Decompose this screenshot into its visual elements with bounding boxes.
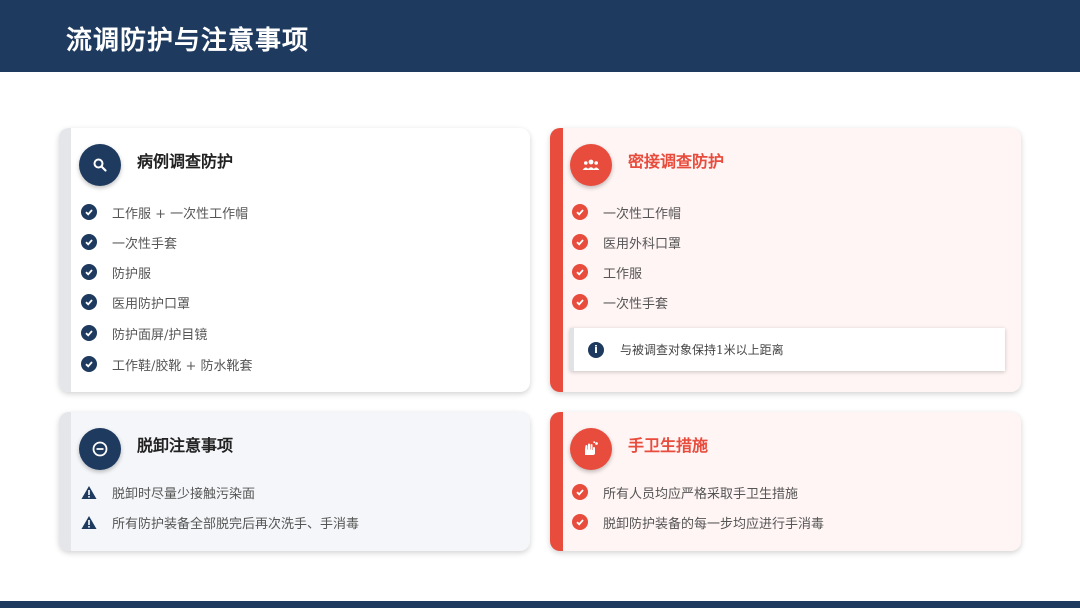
page-title: 流调防护与注意事项 — [66, 26, 310, 56]
distance-note: i 与被调查对象保持1米以上距离 — [570, 328, 1005, 371]
list-item-label: 一次性工作帽 — [603, 206, 682, 222]
list-item: 工作服 + 一次性工作帽 — [81, 202, 248, 222]
list-item: 医用防护口罩 — [81, 292, 190, 312]
check-circle-icon — [572, 234, 588, 250]
card-accent-bar — [59, 128, 71, 392]
list-item: 工作服 — [572, 262, 642, 282]
note-text: 与被调查对象保持1米以上距离 — [620, 343, 784, 357]
list-item-label: 工作服 + 一次性工作帽 — [112, 206, 249, 222]
list-item-label: 防护面屏/护目镜 — [112, 327, 208, 343]
check-circle-icon — [81, 264, 97, 280]
check-circle-icon — [81, 234, 97, 250]
card-accent-bar — [550, 128, 563, 392]
list-item: 所有人员均应严格采取手卫生措施 — [572, 482, 798, 502]
list-item-label: 一次性手套 — [603, 296, 669, 312]
list-item: 一次性工作帽 — [572, 202, 681, 222]
card-title: 病例调查防护 — [137, 152, 234, 171]
minus-circle-icon — [79, 428, 121, 470]
list-item-label: 防护服 — [112, 266, 152, 282]
people-icon — [570, 144, 612, 186]
case-protection-card: 病例调查防护 工作服 + 一次性工作帽 一次性手套 防护服 医用防护口罩 防护面… — [59, 128, 530, 392]
check-circle-icon — [572, 294, 588, 310]
list-item: 一次性手套 — [81, 232, 177, 252]
list-item: 脱卸防护装备的每一步均应进行手消毒 — [572, 512, 824, 532]
card-accent-bar — [550, 412, 563, 551]
check-circle-icon — [81, 204, 97, 220]
doffing-card: 脱卸注意事项 脱卸时尽量少接触污染面 所有防护装备全部脱完后再次洗手、手消毒 — [59, 412, 530, 551]
list-item: 防护服 — [81, 262, 151, 282]
list-item-label: 工作服 — [603, 266, 643, 282]
search-icon — [79, 144, 121, 186]
list-item-label: 一次性手套 — [112, 236, 178, 252]
check-circle-icon — [81, 294, 97, 310]
check-circle-icon — [81, 325, 97, 341]
list-item: 医用外科口罩 — [572, 232, 681, 252]
card-title: 密接调查防护 — [628, 152, 725, 171]
warning-icon — [81, 514, 97, 530]
header-bar: 流调防护与注意事项 — [0, 0, 1080, 72]
list-item-label: 所有人员均应严格采取手卫生措施 — [603, 486, 799, 502]
check-circle-icon — [572, 204, 588, 220]
card-title: 脱卸注意事项 — [137, 436, 234, 455]
card-accent-bar — [59, 412, 71, 551]
footer-bar — [0, 601, 1080, 608]
hand-wash-icon — [570, 428, 612, 470]
list-item-label: 脱卸时尽量少接触污染面 — [112, 486, 256, 502]
info-icon: i — [588, 341, 604, 358]
check-circle-icon — [81, 356, 97, 372]
hand-hygiene-card: 手卫生措施 所有人员均应严格采取手卫生措施 脱卸防护装备的每一步均应进行手消毒 — [550, 412, 1021, 551]
check-circle-icon — [572, 484, 588, 500]
warning-icon — [81, 484, 97, 500]
check-circle-icon — [572, 264, 588, 280]
list-item: 防护面屏/护目镜 — [81, 323, 207, 343]
check-circle-icon — [572, 514, 588, 530]
list-item-label: 脱卸防护装备的每一步均应进行手消毒 — [603, 516, 825, 532]
list-item-label: 工作鞋/胶靴 + 防水靴套 — [112, 358, 253, 374]
list-item-label: 医用外科口罩 — [603, 236, 682, 252]
list-item: 所有防护装备全部脱完后再次洗手、手消毒 — [81, 512, 359, 532]
card-title: 手卫生措施 — [628, 436, 709, 455]
list-item-label: 所有防护装备全部脱完后再次洗手、手消毒 — [112, 516, 360, 532]
list-item: 一次性手套 — [572, 292, 668, 312]
list-item-label: 医用防护口罩 — [112, 296, 191, 312]
contact-protection-card: 密接调查防护 一次性工作帽 医用外科口罩 工作服 一次性手套 i 与被调查对象保… — [550, 128, 1021, 392]
list-item: 脱卸时尽量少接触污染面 — [81, 482, 255, 502]
list-item: 工作鞋/胶靴 + 防水靴套 — [81, 354, 253, 374]
